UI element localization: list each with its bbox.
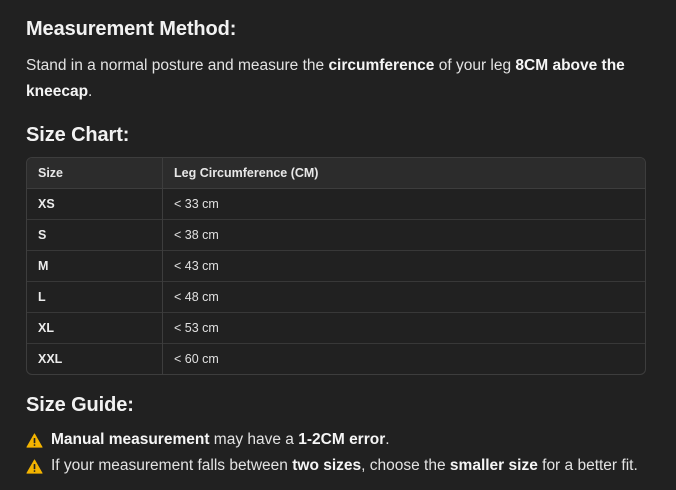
guide-bold-text: smaller size [449,457,538,474]
guide-text: . [385,431,390,448]
warning-icon [26,458,43,474]
guide-text: , choose the [361,457,450,474]
table-row: L < 48 cm [27,281,645,313]
size-chart-heading: Size Chart: [26,124,130,146]
method-bold-circumference: circumference [328,57,435,74]
size-cell: XXL [27,343,163,374]
measurement-method-text: Stand in a normal posture and measure th… [26,53,626,105]
guide-bold-text: two sizes [292,457,362,474]
column-header-circumference: Leg Circumference (CM) [162,158,645,189]
column-header-size: Size [27,158,163,189]
method-text-part: . [88,83,93,100]
table-row: XS < 33 cm [27,188,645,220]
size-cell: M [27,250,163,282]
table-header-row: Size Leg Circumference (CM) [27,158,645,189]
guide-text: may have a [209,431,299,448]
size-cell: L [27,281,163,313]
method-text-part: Stand in a normal posture and measure th… [26,57,329,74]
guide-item-between-sizes: If your measurement falls between two si… [26,457,638,475]
size-guide-heading: Size Guide: [26,394,134,416]
table-row: M < 43 cm [27,250,645,282]
table-row: S < 38 cm [27,219,645,251]
guide-text: for a better fit. [537,457,638,474]
circumference-cell: < 60 cm [162,343,645,374]
size-chart-table: Size Leg Circumference (CM) XS < 33 cm S… [26,157,646,375]
circumference-cell: < 38 cm [162,219,645,251]
circumference-cell: < 43 cm [162,250,645,282]
guide-text: If your measurement falls between [51,457,293,474]
size-cell: XL [27,312,163,344]
circumference-cell: < 33 cm [174,197,219,211]
table-row: XXL < 60 cm [27,343,645,374]
table-row: XL < 53 cm [27,312,645,344]
measurement-method-heading: Measurement Method: [26,18,237,40]
circumference-cell: < 53 cm [162,312,645,344]
circumference-cell: < 48 cm [162,281,645,313]
warning-icon [26,432,43,448]
method-text-part: of your leg [434,57,516,74]
guide-bold-text: Manual measurement [51,431,210,448]
size-cell: XS [27,188,163,220]
guide-bold-text: 1-2CM error [298,431,386,448]
guide-item-error: Manual measurement may have a 1-2CM erro… [26,431,390,449]
size-cell: S [27,219,163,251]
